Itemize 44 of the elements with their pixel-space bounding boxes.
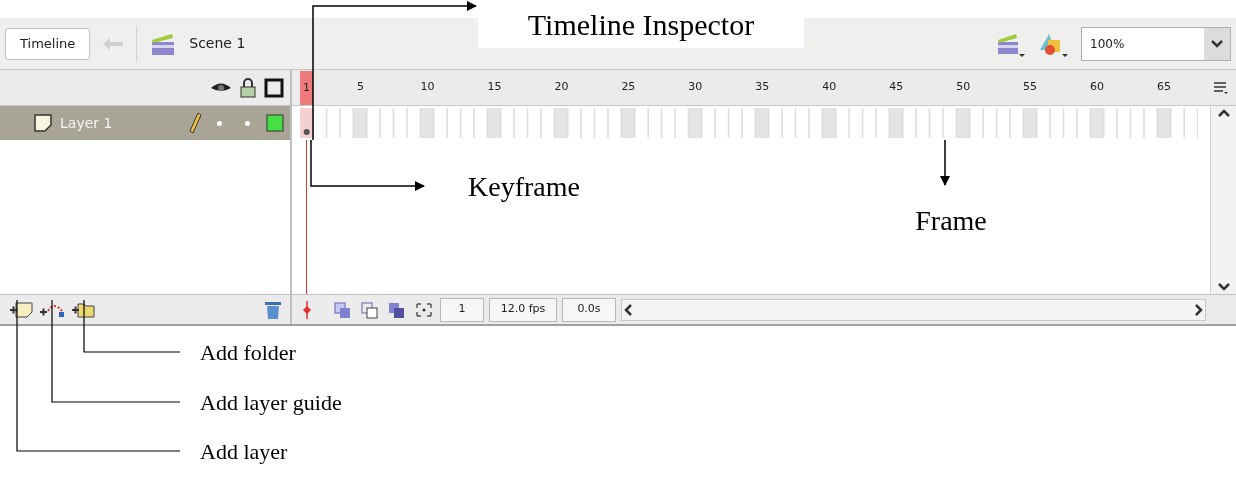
frame-number: 25 (620, 79, 637, 95)
frame-number: 5 (356, 79, 366, 95)
frame-number: 35 (754, 79, 771, 95)
outline-square-icon[interactable] (264, 77, 284, 98)
scrollbar[interactable] (1210, 106, 1236, 294)
frame-number: 15 (486, 79, 503, 95)
lock-icon[interactable] (240, 77, 256, 98)
layer-name: Layer 1 (60, 113, 114, 133)
chevron-right-icon[interactable] (1193, 302, 1205, 317)
dot-icon[interactable] (244, 120, 250, 126)
layer-icon (34, 114, 52, 132)
frame-number: 10 (419, 79, 436, 95)
frame-number: 40 (821, 79, 838, 95)
eye-icon[interactable] (210, 81, 232, 94)
leader-line (940, 139, 950, 186)
trash-icon[interactable] (264, 299, 282, 320)
onion-outline-icon[interactable] (359, 299, 381, 320)
horizontal-scrollbar[interactable] (621, 298, 1206, 321)
timeline-button[interactable]: Timeline (5, 27, 91, 60)
frame-number: 50 (955, 79, 972, 95)
frame-number: 60 (1089, 79, 1106, 95)
callout-label: Add folder (200, 340, 296, 366)
chevron-up-icon[interactable] (1216, 108, 1231, 118)
callout-label: Add layer guide (200, 390, 342, 416)
elapsed-time-field[interactable]: 0.0s (562, 297, 616, 322)
frame-number: 55 (1022, 79, 1039, 95)
frame-number: 65 (1156, 79, 1172, 95)
current-frame-field[interactable]: 1 (440, 297, 484, 322)
chevron-down-icon[interactable] (1216, 282, 1231, 292)
frame-number: 20 (553, 79, 570, 95)
frame-number: 45 (888, 79, 905, 95)
frame-rate-field[interactable]: 12.0 fps (489, 297, 557, 322)
add-layer-icon[interactable] (8, 300, 34, 319)
scene-label[interactable]: Scene 1 (189, 33, 246, 54)
layer-color-square-icon[interactable] (266, 114, 284, 132)
zoom-dropdown[interactable]: 100% (1081, 26, 1231, 61)
menu-list-icon[interactable] (1213, 80, 1229, 95)
callout-label: Add layer (200, 439, 288, 465)
chevron-down-icon (1211, 39, 1223, 48)
dot-icon[interactable] (216, 120, 222, 126)
add-folder-icon[interactable] (70, 300, 96, 319)
chevron-left-icon[interactable] (622, 302, 634, 317)
pencil-icon (188, 112, 202, 134)
frame-number: 30 (687, 79, 704, 95)
